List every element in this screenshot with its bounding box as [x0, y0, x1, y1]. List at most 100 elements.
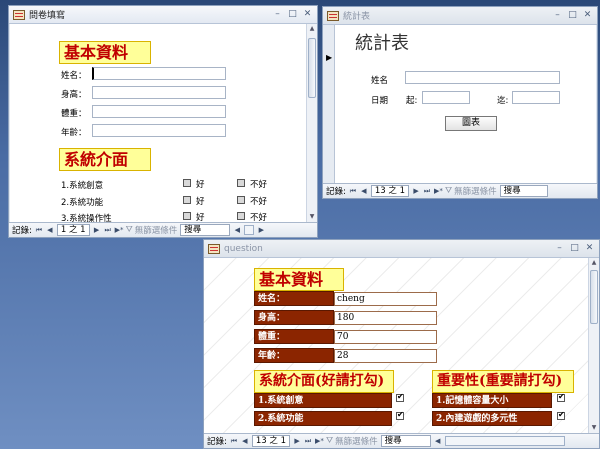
maximize-icon[interactable]: □ [568, 242, 581, 254]
record-navigation-bar: 記錄: ⏮ ◀ 13 之 1 ▶ ⏭ ▶* ⛛ 無篩選條件 搜尋 [323, 183, 597, 198]
record-position[interactable]: 1 之 1 [56, 224, 90, 236]
minimize-icon[interactable]: – [553, 242, 566, 254]
current-record-icon: ▶ [326, 53, 333, 62]
next-record-icon[interactable]: ▶ [93, 226, 101, 234]
bad-label: 不好 [250, 180, 268, 190]
name-input[interactable] [92, 67, 226, 80]
first-record-icon[interactable]: ⏮ [349, 187, 357, 196]
importance-checkbox[interactable] [557, 392, 565, 402]
horizontal-scroll-thumb[interactable] [444, 436, 565, 446]
scroll-left-icon[interactable]: ◀ [434, 437, 442, 445]
question-window[interactable]: question – □ ✕ 基本資料 姓名： cheng 身高： 180 體重… [203, 239, 600, 449]
height-label: 身高： [61, 90, 87, 100]
filter-label: 無篩選條件 [335, 437, 378, 447]
age-label: 年齡： [61, 128, 87, 138]
chart-button[interactable]: 圖表 [445, 116, 497, 131]
first-record-icon[interactable]: ⏮ [35, 226, 43, 235]
questionnaire-window[interactable]: 問卷填寫 – □ ✕ 基本資料 姓名： 身高： 體重： 年齡： 系統介面 1.系… [8, 5, 318, 238]
height-value[interactable]: 180 [334, 311, 437, 325]
scroll-down-icon[interactable]: ▼ [307, 212, 317, 222]
new-record-icon[interactable]: ▶* [434, 187, 443, 195]
filter-icon: ⛛ [125, 225, 133, 235]
weight-label: 體重： [61, 109, 87, 119]
end-date-input[interactable] [512, 91, 560, 104]
vertical-scrollbar[interactable]: ▲ ▼ [588, 258, 599, 433]
form-icon [13, 9, 25, 20]
good-label: 好 [196, 180, 205, 190]
interface-checkbox[interactable] [396, 392, 404, 402]
name-value[interactable]: cheng [334, 292, 437, 306]
previous-record-icon[interactable]: ◀ [360, 187, 368, 195]
record-position[interactable]: 13 之 1 [370, 185, 410, 197]
next-record-icon[interactable]: ▶ [412, 187, 420, 195]
good-checkbox[interactable] [183, 179, 191, 187]
importance-checkbox[interactable] [557, 410, 565, 420]
scroll-left-icon[interactable]: ◀ [233, 226, 241, 234]
statistics-titlebar[interactable]: 統計表 – □ ✕ [323, 7, 597, 25]
scroll-thumb[interactable] [308, 38, 316, 98]
new-record-icon[interactable]: ▶* [315, 437, 324, 445]
scroll-up-icon[interactable]: ▲ [589, 258, 599, 268]
age-value[interactable]: 28 [334, 349, 437, 363]
window-title: 統計表 [343, 12, 371, 22]
minimize-icon[interactable]: – [271, 8, 284, 20]
vertical-scrollbar[interactable]: ▲ ▼ [306, 24, 317, 222]
filter-status[interactable]: ⛛ 無篩選條件 [445, 185, 497, 197]
filter-status[interactable]: ⛛ 無篩選條件 [326, 435, 378, 447]
age-input[interactable] [92, 124, 226, 137]
maximize-icon[interactable]: □ [286, 8, 299, 20]
record-label: 記錄: [326, 187, 346, 197]
bad-checkbox[interactable] [237, 212, 245, 220]
horizontal-scroll-thumb[interactable] [244, 225, 255, 235]
close-icon[interactable]: ✕ [581, 9, 594, 21]
item-label: 2.系統功能 [61, 198, 104, 208]
name-input[interactable] [405, 71, 560, 84]
interface-checkbox[interactable] [396, 410, 404, 420]
question-titlebar[interactable]: question – □ ✕ [204, 240, 599, 258]
date-label: 日期 [371, 96, 389, 106]
previous-record-icon[interactable]: ◀ [46, 226, 54, 234]
scroll-right-icon[interactable]: ▶ [257, 226, 265, 234]
field-label-age: 年齡： [254, 348, 334, 363]
name-label: 姓名 [371, 76, 389, 86]
weight-value[interactable]: 70 [334, 330, 437, 344]
record-label: 記錄: [207, 437, 227, 447]
scroll-up-icon[interactable]: ▲ [307, 24, 317, 34]
questionnaire-titlebar[interactable]: 問卷填寫 – □ ✕ [9, 6, 317, 24]
record-selector[interactable]: ▶ [323, 25, 335, 183]
last-record-icon[interactable]: ⏭ [304, 437, 312, 446]
weight-input[interactable] [92, 105, 226, 118]
right-item: 2.內建遊戲的多元性 [432, 411, 552, 426]
filter-status[interactable]: ⛛ 無篩選條件 [126, 224, 178, 236]
record-position[interactable]: 13 之 1 [251, 435, 291, 447]
scroll-thumb[interactable] [590, 270, 598, 324]
bad-checkbox[interactable] [237, 196, 245, 204]
maximize-icon[interactable]: □ [566, 9, 579, 21]
field-label-weight: 體重： [254, 329, 334, 344]
next-record-icon[interactable]: ▶ [293, 437, 301, 445]
close-icon[interactable]: ✕ [583, 242, 596, 254]
record-navigation-bar: 記錄: ⏮ ◀ 13 之 1 ▶ ⏭ ▶* ⛛ 無篩選條件 搜尋 ◀ [204, 433, 599, 448]
height-input[interactable] [92, 86, 226, 99]
last-record-icon[interactable]: ⏭ [423, 187, 431, 196]
close-icon[interactable]: ✕ [301, 8, 314, 20]
first-record-icon[interactable]: ⏮ [230, 437, 238, 446]
section-heading-interface: 系統介面(好請打勾) [254, 370, 394, 393]
good-checkbox[interactable] [183, 196, 191, 204]
bad-checkbox[interactable] [237, 179, 245, 187]
search-input[interactable]: 搜尋 [380, 435, 431, 447]
section-heading-interface: 系統介面 [59, 148, 151, 171]
last-record-icon[interactable]: ⏭ [104, 226, 112, 235]
good-checkbox[interactable] [183, 212, 191, 220]
right-item: 1.記憶體容量大小 [432, 393, 552, 408]
previous-record-icon[interactable]: ◀ [241, 437, 249, 445]
minimize-icon[interactable]: – [551, 9, 564, 21]
search-input[interactable]: 搜尋 [180, 224, 231, 236]
left-item: 1.系統創意 [254, 393, 392, 408]
start-date-input[interactable] [422, 91, 470, 104]
statistics-window[interactable]: 統計表 – □ ✕ ▶ 統計表 姓名 日期 起: 迄: 圖表 記錄: ⏮ ◀ 1… [322, 6, 598, 199]
window-title: question [224, 243, 263, 254]
new-record-icon[interactable]: ▶* [115, 226, 124, 234]
search-input[interactable]: 搜尋 [499, 185, 548, 197]
scroll-down-icon[interactable]: ▼ [589, 423, 599, 433]
